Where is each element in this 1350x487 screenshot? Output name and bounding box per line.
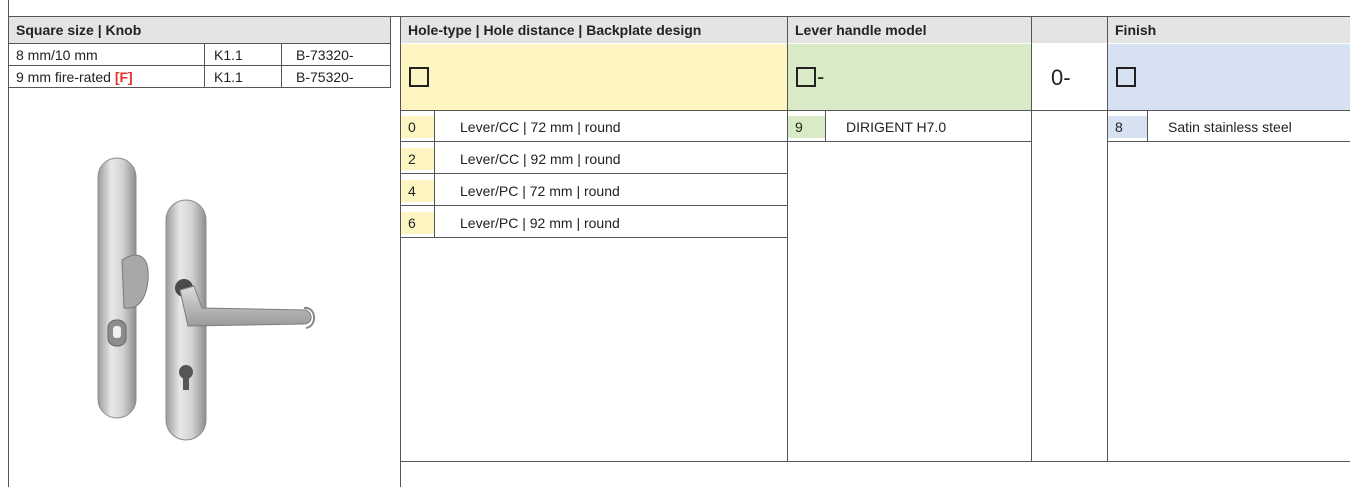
hole-type-label-6[interactable]: Lever/PC | 92 mm | round [452,212,620,234]
rule-top [8,16,1350,17]
finish-checkbox[interactable] [1116,67,1136,87]
rule-square-right [390,16,391,88]
hole-type-label-4[interactable]: Lever/PC | 72 mm | round [452,180,620,202]
door-handle-image [97,157,315,441]
square-row-1-size: 8 mm/10 mm [8,44,204,66]
finish-label-8[interactable]: Satin stainless steel [1160,116,1292,138]
finish-code-8[interactable]: 8 [1107,116,1147,138]
rule-knob-article [281,43,282,88]
square-row-1-knob: K1.1 [214,47,243,63]
separator-text: 0- [1051,65,1071,90]
rule-finish-code [1147,110,1148,142]
header-square-knob: Square size | Knob [8,17,390,43]
rule-finish-left [1107,16,1108,462]
header-lever-model-label: Lever handle model [795,22,927,38]
lever-code-9[interactable]: 9 [787,116,825,138]
hole-type-code-6[interactable]: 6 [400,212,434,234]
header-finish-label: Finish [1115,22,1157,38]
rule-left [8,16,9,487]
hole-type-code-2[interactable]: 2 [400,148,434,170]
hole-type-label-0[interactable]: Lever/CC | 72 mm | round [452,116,621,138]
rule-hole-code [434,110,435,238]
square-row-2-size: 9 mm fire-rated [F] [8,66,204,88]
rule-lever-1 [787,141,1031,142]
rule-lever-code [825,110,826,142]
square-row-2-size-text: 9 mm fire-rated [16,69,115,85]
header-finish: Finish [1107,17,1350,43]
header-square-knob-label: Square size | Knob [16,22,142,38]
rule-header-bottom [8,43,390,44]
rule-hole-3 [400,205,787,206]
square-row-1-article: B-73320- [296,47,354,63]
finish-selector[interactable] [1107,44,1350,110]
rule-hole-left [400,16,401,487]
fire-rated-badge: [F] [114,69,133,85]
header-lever-model: Lever handle model [787,17,1031,43]
rule-hole-4 [400,237,787,238]
rule-hole-1 [400,141,787,142]
header-hole-type: Hole-type | Hole distance | Backplate de… [400,17,787,43]
rule-hole-right [787,16,788,462]
hole-type-code-4[interactable]: 4 [400,180,434,202]
hole-type-selector[interactable] [400,44,787,110]
header-hole-type-label: Hole-type | Hole distance | Backplate de… [408,22,702,38]
square-row-2-knob: K1.1 [214,69,243,85]
rule-options-top [400,110,1350,111]
rule-size-knob [204,43,205,88]
hole-type-checkbox[interactable] [409,67,429,87]
hole-type-code-0[interactable]: 0 [400,116,434,138]
header-blank [1031,17,1107,43]
square-row-2-article: B-75320- [296,69,354,85]
rule-row2-bottom [8,87,390,88]
lever-model-suffix: - [817,64,825,89]
rule-hole-2 [400,173,787,174]
rule-finish-1 [1107,141,1350,142]
hole-type-label-2[interactable]: Lever/CC | 92 mm | round [452,148,621,170]
rule-lever-right [1031,16,1032,462]
lever-model-checkbox[interactable] [796,67,816,87]
rule-row1-bottom [8,65,390,66]
lever-label-9[interactable]: DIRIGENT H7.0 [838,116,946,138]
square-row-1-size-text: 8 mm/10 mm [16,47,98,63]
rule-bottom [400,461,1350,462]
